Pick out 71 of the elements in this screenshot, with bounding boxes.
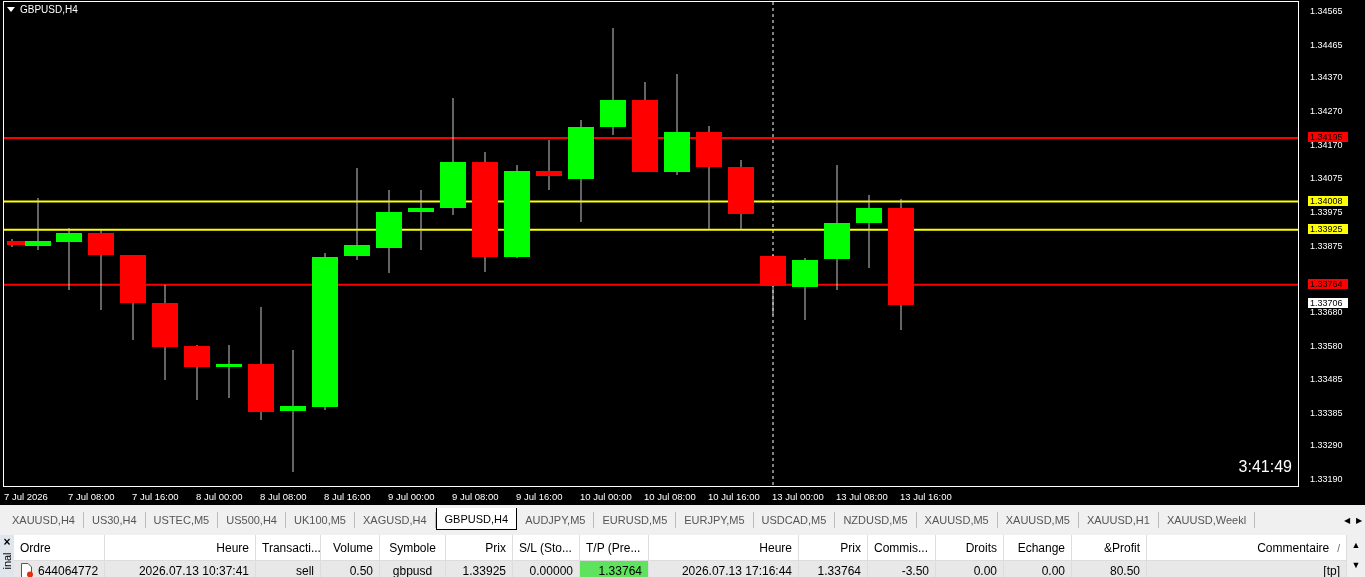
sort-mark: / xyxy=(1337,542,1340,554)
price-tag: 1.33706 xyxy=(1308,298,1348,309)
price-label: 1.33975 xyxy=(1309,207,1343,217)
price-level-line[interactable] xyxy=(4,283,1298,286)
price-label: 1.33290 xyxy=(1309,440,1343,450)
price-label: 1.33680 xyxy=(1309,308,1343,318)
candlestick xyxy=(56,227,82,291)
price-label: 1.34075 xyxy=(1309,173,1343,183)
candlestick xyxy=(792,257,818,321)
column-header[interactable]: &Profit xyxy=(1071,535,1147,561)
close-button[interactable]: × xyxy=(3,535,11,549)
header-text: Commentaire xyxy=(1257,540,1330,555)
column-header[interactable]: Symbole xyxy=(379,535,446,561)
time-label: 9 Jul 08:00 xyxy=(452,490,500,502)
countdown-timer: 3:41:49 xyxy=(1238,458,1292,476)
time-label: 8 Jul 16:00 xyxy=(324,490,372,502)
price-label: 1.34565 xyxy=(1309,7,1343,16)
candlestick xyxy=(760,254,786,316)
price-label: 1.33875 xyxy=(1309,241,1343,251)
scroll-bar[interactable]: ▲ ▼ xyxy=(1347,535,1365,577)
candlestick xyxy=(536,139,562,191)
price-label: 1.33190 xyxy=(1309,475,1343,484)
candlestick xyxy=(728,159,754,231)
dropdown-icon[interactable] xyxy=(7,6,15,13)
price-tag: 1.33925 xyxy=(1308,223,1348,234)
time-label: 13 Jul 16:00 xyxy=(900,490,953,502)
scroll-arrow-button[interactable]: ▼ xyxy=(1347,555,1365,575)
column-header[interactable]: Heure xyxy=(104,535,256,561)
time-label: 7 Jul 2026 xyxy=(4,490,49,502)
column-header[interactable]: Echange xyxy=(1003,535,1072,561)
time-label: 7 Jul 16:00 xyxy=(132,490,180,502)
time-label: 13 Jul 00:00 xyxy=(772,490,825,502)
column-header[interactable]: Commis... xyxy=(867,535,936,561)
price-label: 1.34270 xyxy=(1309,107,1343,117)
column-header[interactable]: Heure xyxy=(648,535,799,561)
column-header[interactable]: Volume xyxy=(320,535,380,561)
price-tag: 1.34008 xyxy=(1308,195,1348,206)
candlestick xyxy=(216,344,242,399)
price-tag: 1.33764 xyxy=(1308,278,1348,289)
column-header[interactable]: Prix xyxy=(445,535,513,561)
price-label: 1.34170 xyxy=(1309,141,1343,151)
price-label: 1.33385 xyxy=(1309,408,1343,418)
time-label: 13 Jul 08:00 xyxy=(836,490,889,502)
column-header[interactable]: S/L (Sto... xyxy=(512,535,580,561)
time-label: 9 Jul 16:00 xyxy=(516,490,564,502)
time-label: 9 Jul 00:00 xyxy=(388,490,436,502)
chart-title: GBPUSD,H4 xyxy=(20,4,78,15)
chart-tab[interactable]: GBPUSD,H4 xyxy=(435,508,518,530)
order-number: 644064772 xyxy=(38,563,99,577)
price-label: 1.34465 xyxy=(1309,41,1343,51)
column-header[interactable]: Transacti... xyxy=(255,535,321,561)
price-level-line[interactable] xyxy=(4,136,1298,139)
panel-title: inal xyxy=(1,552,13,570)
price-tag: 1.34195 xyxy=(1308,131,1348,142)
scroll-arrow-button[interactable]: ▲ xyxy=(1347,535,1365,555)
time-label: 10 Jul 00:00 xyxy=(580,490,633,502)
order-icon xyxy=(20,563,34,577)
time-label: 8 Jul 08:00 xyxy=(260,490,308,502)
column-header[interactable]: Ordre xyxy=(14,535,105,561)
column-header[interactable]: Droits xyxy=(935,535,1004,561)
column-header[interactable]: T/P (Pre... xyxy=(579,535,649,561)
price-label: 1.33580 xyxy=(1309,342,1343,352)
time-label: 10 Jul 08:00 xyxy=(644,490,697,502)
column-header[interactable]: Prix xyxy=(798,535,868,561)
candlestick xyxy=(184,344,210,401)
time-label: 7 Jul 08:00 xyxy=(68,490,116,502)
price-label: 1.34370 xyxy=(1309,73,1343,83)
time-label: 10 Jul 16:00 xyxy=(708,490,761,502)
price-label: 1.33485 xyxy=(1309,374,1343,384)
time-label: 8 Jul 00:00 xyxy=(196,490,244,502)
candlestick xyxy=(408,189,434,251)
